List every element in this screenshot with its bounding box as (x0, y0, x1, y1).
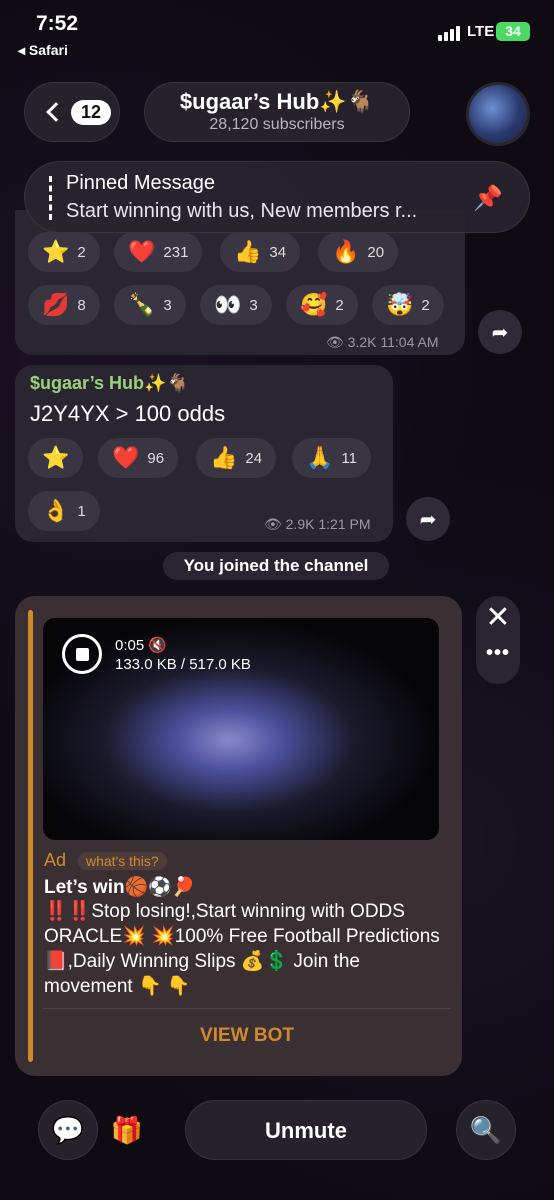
reaction-count: 11 (341, 449, 357, 467)
reaction-chip[interactable]: 🍾 3 (114, 285, 186, 325)
pinned-text: Start winning with us, New members r... (66, 200, 418, 222)
reaction-count: 2 (77, 243, 86, 261)
message-meta: 👁 2.9K 1:21 PM (264, 516, 371, 533)
unmute-button[interactable]: Unmute (185, 1100, 427, 1160)
sender-name: $ugaar’s Hub✨🐐 (30, 373, 189, 393)
battery-icon: 34 (496, 22, 530, 41)
message-text: J2Y4YX > 100 odds (30, 401, 226, 426)
reaction-emoji: 👀 (214, 292, 242, 317)
reaction-emoji: 👍 (234, 239, 262, 264)
share-icon: ➦ (419, 508, 437, 531)
views-count: 3.2K (347, 334, 377, 350)
forward-button[interactable]: ➦ (478, 310, 522, 354)
message-time: 11:04 AM (380, 334, 439, 350)
back-to-safari-link[interactable]: ◂ Safari (18, 42, 68, 59)
reaction-chip[interactable]: 🤯 2 (372, 285, 444, 325)
views-icon: 👁 (326, 334, 344, 350)
reaction-chip[interactable]: 👀 3 (200, 285, 272, 325)
reaction-chip[interactable]: ❤️ 96 (98, 438, 179, 478)
back-button[interactable]: 12 (24, 82, 120, 142)
reaction-count: 20 (367, 243, 385, 261)
pinned-message-bar[interactable]: Pinned Message Start winning with us, Ne… (24, 161, 530, 233)
reaction-count: 1 (77, 502, 86, 520)
reaction-emoji: 👍 (210, 445, 238, 470)
subscriber-count: 28,120 subscribers (209, 116, 345, 133)
view-bot-button[interactable]: VIEW BOT (43, 1014, 451, 1058)
reaction-count: 2 (335, 296, 344, 314)
reaction-emoji: ❤️ (112, 445, 140, 470)
views-icon: 👁 (264, 516, 282, 532)
reaction-chip[interactable]: 👌 1 (28, 491, 100, 531)
channel-avatar[interactable] (466, 82, 530, 146)
reaction-chip[interactable]: 🥰 2 (286, 285, 358, 325)
search-button[interactable]: 🔍 (456, 1100, 516, 1160)
pin-list-icon[interactable]: 📌 (473, 184, 503, 213)
video-download-size: 133.0 KB / 517.0 KB (115, 656, 251, 673)
message-meta: 👁 3.2K 11:04 AM (326, 334, 439, 351)
forward-button[interactable]: ➦ (406, 497, 450, 541)
chat-bubble-icon: 💬 (51, 1114, 85, 1145)
ad-title: Let’s win🏀⚽🏓 (44, 877, 196, 898)
signal-icon (438, 26, 460, 41)
reaction-emoji: 🥰 (300, 292, 328, 317)
reaction-count: 24 (245, 449, 263, 467)
reaction-chip[interactable]: 👍 24 (196, 438, 277, 478)
chevron-left-icon (46, 102, 66, 122)
views-count: 2.9K (285, 516, 315, 532)
reaction-emoji: ⭐ (42, 239, 70, 264)
gift-icon: 🎁 (110, 1114, 144, 1145)
close-icon[interactable]: ✕ (476, 598, 520, 638)
ad-video[interactable] (43, 618, 439, 840)
reaction-chip[interactable]: ⭐ 2 (28, 232, 100, 272)
reaction-count: 3 (249, 296, 258, 314)
reaction-chip[interactable]: ❤️ 231 (114, 232, 203, 272)
reaction-count: 2 (421, 296, 430, 314)
pinned-label: Pinned Message (66, 172, 215, 194)
discussion-button[interactable]: 💬 (38, 1100, 98, 1160)
whats-this-link[interactable]: what's this? (78, 852, 167, 870)
muted-icon[interactable]: 🔇 (148, 637, 167, 654)
ad-body: ‼️‼️Stop losing!,Start winning with ODDS… (44, 901, 440, 997)
more-icon[interactable]: ••• (476, 642, 520, 678)
reaction-count: 3 (163, 296, 172, 314)
reaction-chip[interactable]: 🙏 11 (292, 438, 371, 478)
search-icon: 🔍 (469, 1114, 503, 1145)
unread-badge: 12 (71, 99, 112, 125)
clock: 7:52 (36, 12, 79, 35)
reaction-emoji: 🍾 (128, 292, 156, 317)
reaction-chip[interactable]: 🔥 20 (318, 232, 399, 272)
status-bar: 7:52 ◂ Safari LTE 34 (0, 0, 554, 62)
reaction-count: 34 (269, 243, 287, 261)
ad-accent-bar (28, 610, 33, 1062)
ad-label: Ad (44, 850, 67, 870)
reaction-emoji: ❤️ (128, 239, 156, 264)
divider (43, 1008, 451, 1009)
channel-title[interactable]: $ugaar’s Hub✨🐐 28,120 subscribers (144, 82, 410, 142)
pinned-indicator (49, 176, 52, 220)
reaction-chip[interactable]: ⭐ (28, 438, 84, 478)
reaction-emoji: 🙏 (306, 445, 334, 470)
video-duration: 0:05 🔇 (115, 637, 168, 654)
reaction-chip[interactable]: 👍 34 (220, 232, 301, 272)
stop-icon (75, 647, 89, 661)
network-label: LTE (467, 23, 495, 40)
gift-button[interactable]: 🎁 (97, 1100, 157, 1160)
reaction-chip[interactable]: 💋 8 (28, 285, 100, 325)
channel-name: $ugaar’s Hub✨🐐 (179, 89, 375, 114)
reaction-emoji: 💋 (42, 292, 70, 317)
service-message: You joined the channel (163, 552, 389, 580)
reaction-emoji: 👌 (42, 498, 70, 523)
stop-download-button[interactable] (62, 634, 102, 674)
reaction-emoji: 🔥 (332, 239, 360, 264)
reaction-emoji: ⭐ (42, 445, 70, 470)
reaction-count: 96 (147, 449, 165, 467)
reaction-count: 231 (163, 243, 189, 261)
message-time: 1:21 PM (318, 516, 371, 532)
reaction-emoji: 🤯 (386, 292, 414, 317)
share-icon: ➦ (491, 321, 509, 344)
reaction-count: 8 (77, 296, 86, 314)
